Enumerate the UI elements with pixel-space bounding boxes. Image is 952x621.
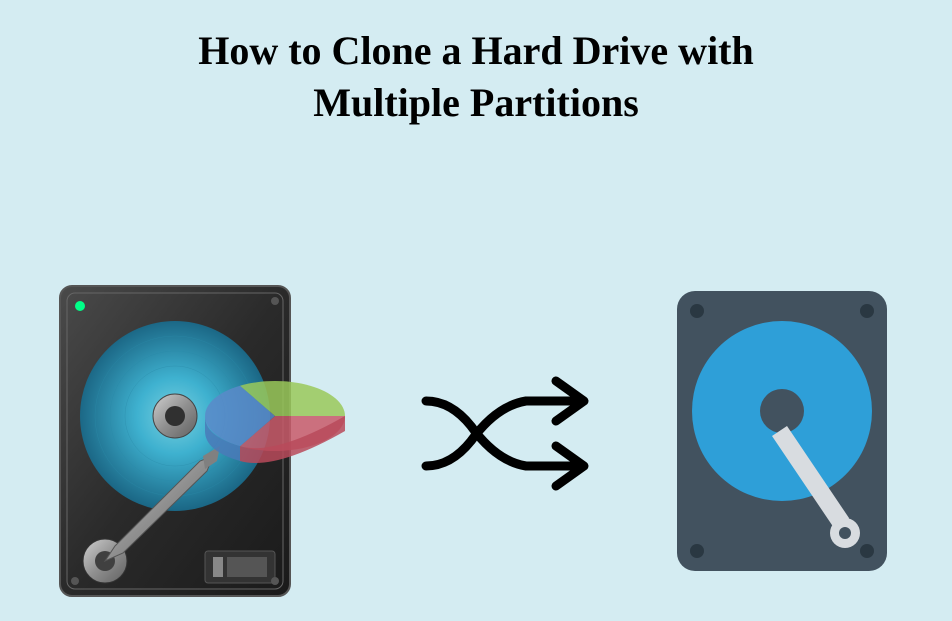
title-line-2: Multiple Partitions — [313, 80, 639, 125]
target-hard-drive-icon — [667, 281, 897, 581]
partition-pie-chart-icon — [185, 361, 365, 481]
page-title: How to Clone a Hard Drive with Multiple … — [0, 0, 952, 129]
illustration-area — [0, 261, 952, 601]
title-line-1: How to Clone a Hard Drive with — [198, 28, 754, 73]
source-hard-drive-illustration — [55, 261, 345, 601]
transfer-arrows-icon — [396, 361, 616, 501]
